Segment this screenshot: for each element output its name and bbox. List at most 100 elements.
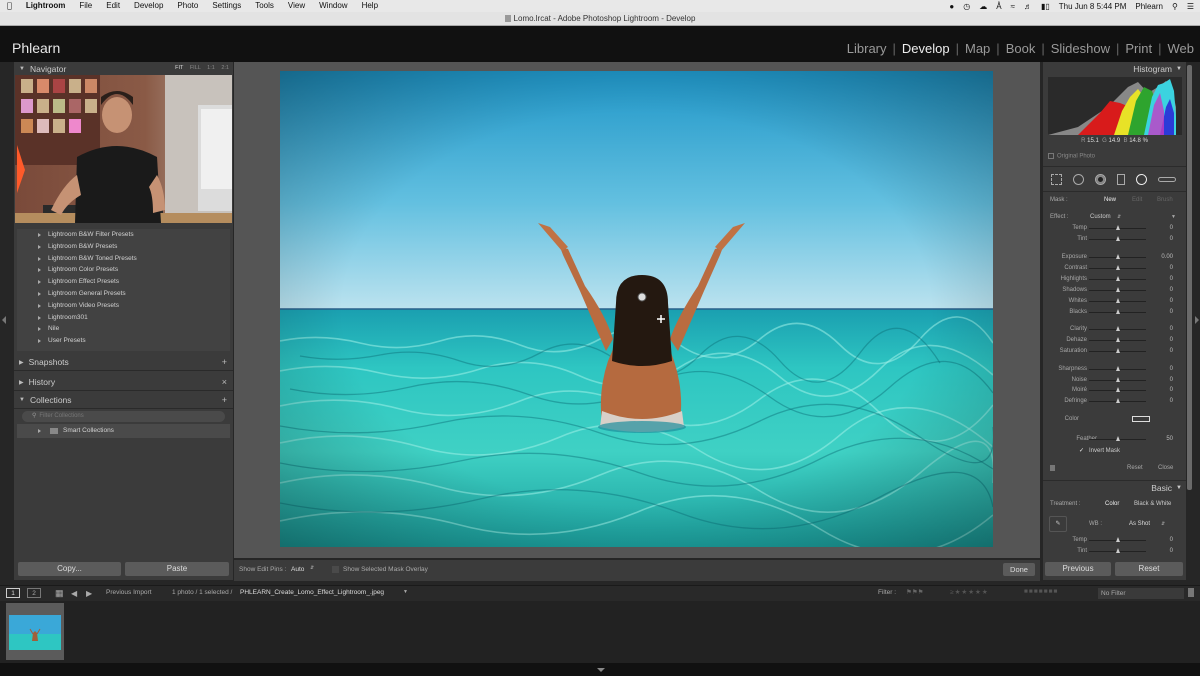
battery-icon[interactable]: ▮▯ bbox=[1041, 2, 1050, 11]
mask-close-button[interactable]: Close bbox=[1158, 463, 1173, 473]
basic-header[interactable]: Basic ▼ bbox=[1043, 480, 1186, 495]
basic-wb-slider[interactable]: Tint 0 bbox=[1043, 546, 1186, 556]
local-adjust-slider[interactable]: Noise 0 bbox=[1043, 375, 1186, 385]
mask-brush-button[interactable]: Brush bbox=[1157, 197, 1173, 203]
menu-file[interactable]: File bbox=[72, 0, 99, 12]
apple-icon[interactable]:  bbox=[0, 0, 19, 12]
menubar-user[interactable]: Phlearn bbox=[1135, 2, 1163, 11]
treatment-color-button[interactable]: Color bbox=[1105, 499, 1119, 509]
clear-history-icon[interactable]: × bbox=[222, 377, 227, 387]
slider-knob[interactable] bbox=[1116, 377, 1120, 382]
right-panel-scrollbar-thumb[interactable] bbox=[1187, 65, 1192, 490]
original-photo-toggle[interactable]: Original Photo bbox=[1048, 153, 1095, 160]
filmstrip-toggle-arrow[interactable] bbox=[597, 668, 605, 672]
preset-folder[interactable]: Lightroom Effect Presets bbox=[17, 276, 230, 288]
navigator-preview[interactable] bbox=[15, 75, 232, 223]
page-2-button[interactable]: 2 bbox=[27, 588, 41, 598]
crop-tool-icon[interactable] bbox=[1051, 174, 1062, 185]
done-button[interactable]: Done bbox=[1003, 563, 1035, 576]
feather-slider[interactable]: Feather 50 bbox=[1043, 434, 1186, 444]
filter-preset-select[interactable]: No Filter bbox=[1098, 588, 1184, 599]
graduated-filter-tool-icon[interactable] bbox=[1117, 174, 1125, 185]
identity-plate[interactable]: Phlearn bbox=[12, 40, 60, 56]
menu-settings[interactable]: Settings bbox=[205, 0, 248, 12]
filename-label[interactable]: PHLEARN_Create_Lomo_Effect_Lightroom_.jp… bbox=[240, 589, 384, 596]
menu-app-lightroom[interactable]: Lightroom bbox=[19, 0, 73, 12]
invert-mask-row[interactable]: ✓ Invert Mask bbox=[1043, 446, 1186, 456]
grid-view-icon[interactable]: ▦ bbox=[55, 588, 64, 599]
preset-folder[interactable]: Lightroom B&W Filter Presets bbox=[17, 229, 230, 241]
local-adjust-slider[interactable]: Contrast 0 bbox=[1043, 263, 1186, 273]
preset-folder[interactable]: User Presets bbox=[17, 335, 230, 347]
reset-button[interactable]: Reset bbox=[1115, 562, 1183, 576]
local-adjust-slider[interactable]: Clarity 0 bbox=[1043, 324, 1186, 334]
slider-knob[interactable] bbox=[1116, 236, 1120, 241]
add-snapshot-icon[interactable]: + bbox=[222, 357, 227, 367]
treatment-bw-button[interactable]: Black & White bbox=[1134, 499, 1171, 509]
local-adjust-slider[interactable]: Defringe 0 bbox=[1043, 396, 1186, 406]
slider-knob[interactable] bbox=[1116, 326, 1120, 331]
adjustment-brush-tool-icon[interactable] bbox=[1158, 177, 1176, 182]
menu-help[interactable]: Help bbox=[355, 0, 385, 12]
status-clock-icon[interactable]: ◷ bbox=[963, 2, 970, 11]
source-label[interactable]: Previous Import bbox=[106, 589, 152, 596]
local-adjust-slider[interactable]: Saturation 0 bbox=[1043, 346, 1186, 356]
effect-preset-select[interactable]: Custom bbox=[1090, 212, 1111, 222]
panel-switch-icon[interactable] bbox=[1050, 465, 1055, 471]
volume-icon[interactable]: ♬ bbox=[1024, 2, 1032, 11]
zoom-2-1[interactable]: 2:1 bbox=[221, 65, 229, 71]
module-web[interactable]: Web bbox=[1162, 41, 1200, 56]
slider-knob[interactable] bbox=[1116, 276, 1120, 281]
zoom-1-1[interactable]: 1:1 bbox=[207, 65, 215, 71]
slider-knob[interactable] bbox=[1116, 387, 1120, 392]
collections-header[interactable]: ▼ Collections + bbox=[14, 392, 233, 409]
color-swatch[interactable] bbox=[1132, 416, 1150, 422]
local-adjust-slider[interactable]: Dehaze 0 bbox=[1043, 335, 1186, 345]
menu-edit[interactable]: Edit bbox=[99, 0, 127, 12]
filter-lock-icon[interactable] bbox=[1188, 588, 1194, 597]
slider-knob[interactable] bbox=[1116, 309, 1120, 314]
history-header[interactable]: ▶ History × bbox=[14, 374, 233, 391]
zoom-fit[interactable]: FIT bbox=[175, 65, 183, 71]
right-panel-toggle-arrow[interactable] bbox=[1195, 316, 1199, 324]
preset-folder[interactable]: Lightroom Color Presets bbox=[17, 264, 230, 276]
slider-knob[interactable] bbox=[1116, 548, 1120, 553]
snapshots-header[interactable]: ▶ Snapshots + bbox=[14, 354, 233, 371]
module-book[interactable]: Book bbox=[1000, 41, 1042, 56]
invert-mask-checkbox-icon[interactable]: ✓ bbox=[1079, 446, 1084, 456]
preset-folder[interactable]: Nile bbox=[17, 323, 230, 335]
copy-button[interactable]: Copy... bbox=[18, 562, 121, 576]
slider-knob[interactable] bbox=[1116, 348, 1120, 353]
zoom-fill[interactable]: FILL bbox=[190, 65, 201, 71]
slider-knob[interactable] bbox=[1116, 225, 1120, 230]
slider-knob[interactable] bbox=[1116, 298, 1120, 303]
status-cloud-icon[interactable]: ☁ bbox=[979, 2, 987, 11]
show-edit-pins-select[interactable]: Auto bbox=[291, 566, 304, 573]
module-slideshow[interactable]: Slideshow bbox=[1045, 41, 1116, 56]
collapse-triangle-icon[interactable]: ▼ bbox=[1171, 212, 1176, 222]
spotlight-search-icon[interactable]: ⚲ bbox=[1172, 2, 1178, 11]
filename-dropdown-icon[interactable]: ▼ bbox=[403, 589, 408, 595]
local-adjust-slider[interactable]: Moiré 0 bbox=[1043, 385, 1186, 395]
module-develop[interactable]: Develop bbox=[896, 41, 956, 56]
color-label-filter-icon[interactable]: ■■■■■■■ bbox=[1024, 588, 1058, 595]
menu-window[interactable]: Window bbox=[312, 0, 354, 12]
preset-folder[interactable]: Lightroom General Presets bbox=[17, 288, 230, 300]
status-record-icon[interactable]: ● bbox=[949, 2, 954, 11]
local-adjust-slider[interactable]: Whites 0 bbox=[1043, 296, 1186, 306]
wb-eyedropper-icon[interactable]: ✎ bbox=[1049, 516, 1067, 532]
navigator-header[interactable]: ▼ Navigator FIT FILL 1:1 2:1 bbox=[14, 62, 233, 75]
back-arrow-icon[interactable]: ◀ bbox=[71, 588, 77, 599]
histogram-header[interactable]: Histogram ▼ bbox=[1043, 62, 1186, 76]
menu-tools[interactable]: Tools bbox=[248, 0, 281, 12]
histogram[interactable] bbox=[1048, 77, 1182, 135]
module-library[interactable]: Library bbox=[841, 41, 893, 56]
local-adjust-slider[interactable]: Highlights 0 bbox=[1043, 274, 1186, 284]
mask-new-button[interactable]: New bbox=[1104, 197, 1116, 203]
previous-button[interactable]: Previous bbox=[1045, 562, 1111, 576]
notification-center-icon[interactable]: ☰ bbox=[1187, 2, 1194, 11]
slider-knob[interactable] bbox=[1116, 537, 1120, 542]
local-adjust-slider[interactable]: Exposure 0.00 bbox=[1043, 252, 1186, 262]
rating-filter-stars-icon[interactable]: ≥★★★★★ bbox=[950, 588, 989, 596]
collections-filter-input[interactable]: ⚲ Filter Collections bbox=[22, 411, 225, 422]
